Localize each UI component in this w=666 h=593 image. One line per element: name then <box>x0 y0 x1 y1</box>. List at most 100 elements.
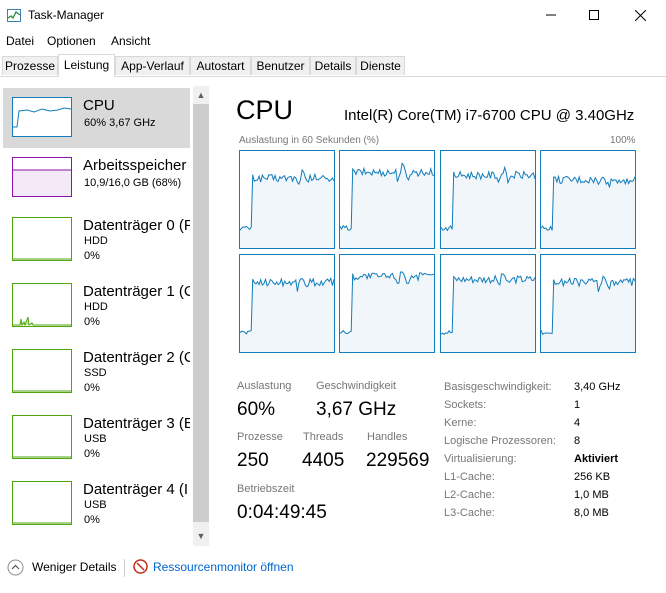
handles-label: Handles <box>367 431 408 443</box>
title-bar: Task-Manager <box>0 0 666 32</box>
sidebar-item-disk-4[interactable]: Datenträger 4 (I USB 0% <box>3 472 190 532</box>
disk-graph-icon <box>12 481 72 525</box>
graph-max-label: 100% <box>610 135 636 146</box>
disk-graph-icon <box>12 349 72 393</box>
core-graph <box>540 150 636 249</box>
scroll-thumb[interactable] <box>193 104 209 522</box>
detail-value: 8 <box>574 435 581 447</box>
resource-monitor-icon[interactable] <box>133 559 148 574</box>
threads-value: 4405 <box>302 450 345 471</box>
minimize-button[interactable] <box>528 0 574 30</box>
minimize-icon <box>546 14 556 16</box>
disk-graph-icon <box>12 415 72 459</box>
collapse-chevron-icon[interactable] <box>7 559 24 576</box>
resource-monitor-link[interactable]: Ressourcenmonitor öffnen <box>153 560 294 574</box>
footer-divider <box>124 559 125 577</box>
sidebar-item-title: CPU <box>83 97 115 114</box>
sidebar-item-title: Datenträger 3 (E <box>83 415 190 432</box>
betriebszeit-value: 0:04:49:45 <box>237 502 327 523</box>
sidebar-item-value: 0% <box>84 316 100 328</box>
threads-label: Threads <box>303 431 344 443</box>
sidebar-item-sub: 10,9/16,0 GB (68%) <box>84 177 182 189</box>
scroll-up-arrow-icon[interactable]: ▲ <box>193 87 209 103</box>
core-graph-area <box>340 271 434 352</box>
detail-value: 8,0 MB <box>574 507 609 519</box>
detail-value: 256 KB <box>574 471 611 483</box>
core-graph-area <box>541 276 635 352</box>
core-graph <box>239 150 335 249</box>
sidebar-item-value: 0% <box>84 448 100 460</box>
auslastung-label: Auslastung <box>237 380 292 392</box>
close-button[interactable] <box>617 0 663 30</box>
auslastung-value: 60% <box>237 399 276 420</box>
core-graph <box>239 254 335 353</box>
core-graph <box>440 150 536 249</box>
footer: Weniger Details Ressourcenmonitor öffnen <box>0 555 666 581</box>
sidebar-item-memory[interactable]: Arbeitsspeicher 10,9/16,0 GB (68%) <box>3 148 190 208</box>
core-graph <box>440 254 536 353</box>
detail-value: 1 <box>574 399 581 411</box>
geschwindigkeit-value: 3,67 GHz <box>316 399 397 420</box>
sidebar-scrollbar[interactable]: ▲ ▼ <box>193 86 209 546</box>
maximize-button[interactable] <box>571 0 617 30</box>
geschwindigkeit-label: Geschwindigkeit <box>316 380 397 392</box>
cpu-core-graphs <box>239 150 637 354</box>
less-details-link[interactable]: Weniger Details <box>32 560 116 574</box>
detail-value: 1,0 MB <box>574 489 609 501</box>
maximize-icon <box>589 10 599 20</box>
sidebar-item-sub: HDD <box>84 301 108 313</box>
disk-graph-icon <box>12 283 72 327</box>
detail-label: L2-Cache: <box>444 489 495 501</box>
detail-label: L1-Cache: <box>444 471 495 483</box>
sidebar-item-value: 0% <box>84 250 100 262</box>
tab-autostart[interactable]: Autostart <box>190 56 251 75</box>
tab-prozesse[interactable]: Prozesse <box>2 56 58 75</box>
menu-ansicht[interactable]: Ansicht <box>111 34 150 48</box>
detail-label: Kerne: <box>444 417 477 429</box>
core-graph-area <box>240 278 334 352</box>
tab-dienste[interactable]: Dienste <box>356 56 405 75</box>
menu-datei[interactable]: Datei <box>6 34 34 48</box>
tab-bar: Prozesse Leistung App-Verlauf Autostart … <box>0 54 666 77</box>
menu-optionen[interactable]: Optionen <box>47 34 96 48</box>
core-graph-area <box>340 163 434 248</box>
core-graph-area <box>441 273 535 352</box>
core-graph-area <box>541 176 635 248</box>
sidebar-item-sub: SSD <box>84 367 107 379</box>
sidebar-item-title: Arbeitsspeicher <box>83 157 187 174</box>
sidebar-item-title: Datenträger 2 (C <box>83 349 190 366</box>
disk-graph-icon <box>12 217 72 261</box>
sidebar-item-sub: USB <box>84 433 107 445</box>
page-title: CPU <box>236 95 294 125</box>
core-graph-area <box>441 167 535 248</box>
sidebar-item-disk-0[interactable]: Datenträger 0 (F HDD 0% <box>3 208 190 268</box>
window-title: Task-Manager <box>28 8 105 22</box>
sidebar-item-value: 0% <box>84 514 100 526</box>
menu-bar: Datei Optionen Ansicht <box>0 32 666 51</box>
tab-benutzer[interactable]: Benutzer <box>251 56 310 75</box>
betriebszeit-label: Betriebszeit <box>237 483 295 495</box>
tab-details[interactable]: Details <box>310 56 356 75</box>
detail-value: 4 <box>574 417 581 429</box>
cpu-model-name: Intel(R) Core(TM) i7-6700 CPU @ 3.40GHz <box>344 107 635 124</box>
scroll-down-arrow-icon[interactable]: ▼ <box>193 528 209 544</box>
sidebar-item-cpu[interactable]: CPU 60% 3,67 GHz <box>3 88 190 148</box>
tab-leistung[interactable]: Leistung <box>58 54 115 77</box>
detail-label: L3-Cache: <box>444 507 495 519</box>
sidebar-item-sub: 60% 3,67 GHz <box>84 117 156 129</box>
core-graph <box>339 254 435 353</box>
tab-app-verlauf[interactable]: App-Verlauf <box>115 56 190 75</box>
sidebar-item-sub: USB <box>84 499 107 511</box>
cpu-graph-icon <box>12 97 72 137</box>
detail-label: Sockets: <box>444 399 487 411</box>
task-manager-icon <box>7 9 21 22</box>
core-graph <box>540 254 636 353</box>
sidebar-item-value: 0% <box>84 382 100 394</box>
detail-label: Basisgeschwindigkeit: <box>444 381 552 393</box>
sidebar-item-title: Datenträger 1 (C <box>83 283 190 300</box>
sidebar-item-disk-3[interactable]: Datenträger 3 (E USB 0% <box>3 406 190 466</box>
sidebar-item-disk-1[interactable]: Datenträger 1 (C HDD 0% <box>3 274 190 334</box>
sidebar-item-disk-2[interactable]: Datenträger 2 (C SSD 0% <box>3 340 190 400</box>
prozesse-label: Prozesse <box>237 431 283 443</box>
core-graph <box>339 150 435 249</box>
